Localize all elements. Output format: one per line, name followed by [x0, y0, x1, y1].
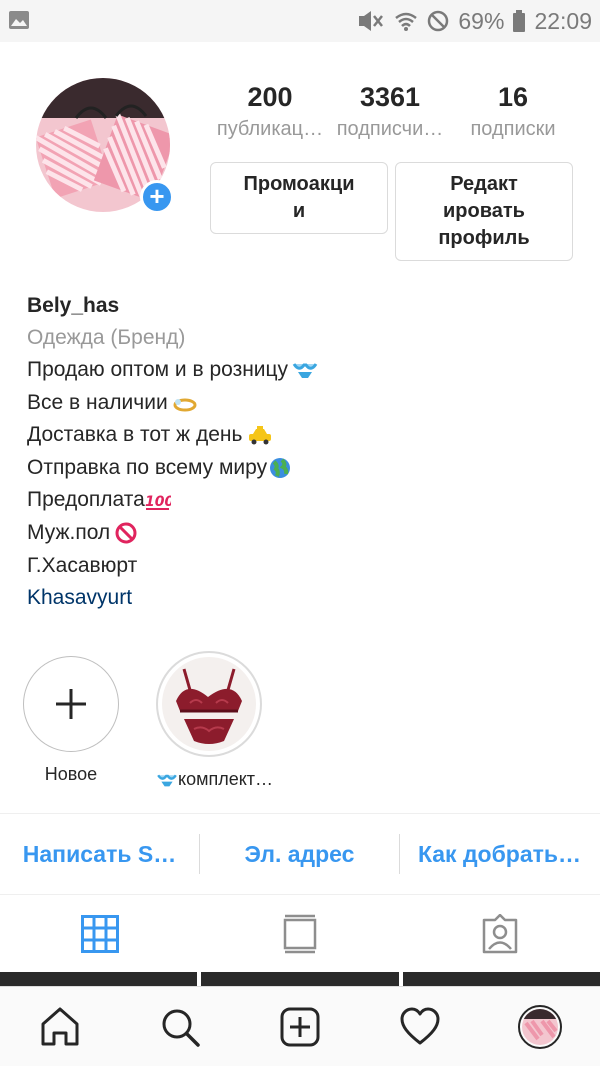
- message-button[interactable]: Написать S…: [0, 841, 199, 868]
- nav-new-post[interactable]: [240, 1006, 360, 1048]
- wifi-icon: [395, 12, 418, 31]
- tab-grid[interactable]: [0, 896, 200, 972]
- home-icon: [41, 1007, 79, 1045]
- ring-emoji-icon: [173, 398, 197, 412]
- tab-feed[interactable]: [200, 896, 400, 972]
- bio-line: Отправка по всему миру: [27, 452, 587, 485]
- location-link[interactable]: Khasavyurt: [27, 582, 587, 614]
- tagged-icon: [482, 914, 518, 954]
- nav-home[interactable]: [0, 1006, 120, 1048]
- edit-profile-button[interactable]: Редакт ировать профиль: [395, 162, 573, 261]
- username: Bely_has: [27, 294, 120, 317]
- bikini-emoji-icon: [292, 363, 318, 379]
- add-post-icon: [280, 1007, 320, 1046]
- bottom-navigation: [0, 986, 600, 1066]
- category-label: Одежда (Бренд): [27, 326, 186, 349]
- followers-label: подписчи…: [336, 118, 444, 140]
- prohibited-emoji-icon: [115, 522, 137, 544]
- bio-section: Bely_has Одежда (Бренд) Продаю оптом и в…: [27, 290, 587, 614]
- nav-search[interactable]: [120, 1006, 240, 1048]
- post-thumbnail[interactable]: [402, 972, 600, 986]
- plus-icon: [56, 689, 86, 719]
- following-number: 16: [497, 82, 529, 112]
- heart-icon: [400, 1007, 440, 1044]
- new-highlight-circle[interactable]: [23, 656, 119, 752]
- contact-actions: Написать S… Эл. адрес Как добрать…: [0, 813, 600, 895]
- followers-count[interactable]: 3361 подписчи…: [325, 80, 455, 141]
- no-signal-icon: [428, 10, 449, 32]
- tab-tagged[interactable]: [400, 896, 600, 972]
- bio-line: Муж.пол: [27, 517, 587, 550]
- feed-icon: [283, 914, 317, 954]
- bio-line: Продаю оптом и в розницу: [27, 354, 587, 387]
- hundred-emoji-icon: 100: [145, 494, 171, 510]
- add-story-button[interactable]: +: [140, 180, 174, 214]
- following-label: подписки: [470, 118, 556, 140]
- lingerie-image: [162, 657, 256, 751]
- image-notification-icon: [9, 11, 29, 29]
- clock: 22:09: [534, 7, 592, 34]
- post-thumbnail[interactable]: [201, 972, 399, 986]
- highlight-label: комплект…: [156, 769, 273, 790]
- posts-label: публикац…: [216, 118, 324, 140]
- nav-activity[interactable]: [360, 1006, 480, 1048]
- battery-icon: [513, 10, 526, 32]
- new-highlight-label: Новое: [44, 764, 98, 784]
- followers-number: 3361: [359, 82, 421, 112]
- highlight-komplekt[interactable]: комплект…: [156, 651, 273, 790]
- bio-line: Предоплата100: [27, 484, 587, 517]
- posts-count[interactable]: 200 публикац…: [205, 80, 335, 141]
- nav-profile[interactable]: [480, 1004, 600, 1049]
- mute-icon: [359, 11, 384, 31]
- profile-avatar[interactable]: +: [36, 78, 174, 214]
- search-icon: [162, 1009, 200, 1047]
- posts-number: 200: [247, 82, 293, 112]
- promotions-button[interactable]: Промоакци и: [210, 162, 388, 234]
- status-bar: 69% 22:09: [0, 0, 600, 42]
- bio-line: Все в наличии: [27, 387, 587, 420]
- post-thumbnail[interactable]: [0, 972, 198, 986]
- post-grid: [0, 972, 600, 986]
- highlight-circle[interactable]: [156, 651, 262, 757]
- new-highlight[interactable]: Новое: [18, 656, 124, 785]
- bio-line: Г.Хасавюрт: [27, 553, 138, 577]
- directions-button[interactable]: Как добрать…: [400, 841, 599, 868]
- following-count[interactable]: 16 подписки: [448, 80, 578, 141]
- profile-tabs: [0, 896, 600, 972]
- battery-percent: 69%: [458, 7, 505, 34]
- globe-emoji-icon: [270, 458, 291, 479]
- svg-text:100: 100: [145, 494, 171, 510]
- email-button[interactable]: Эл. адрес: [200, 841, 399, 868]
- taxi-emoji-icon: [249, 425, 272, 445]
- profile-avatar-small: [518, 1004, 562, 1049]
- grid-icon: [81, 915, 119, 953]
- bio-line: Доставка в тот ж день: [27, 419, 587, 452]
- bikini-emoji-icon: [157, 774, 177, 787]
